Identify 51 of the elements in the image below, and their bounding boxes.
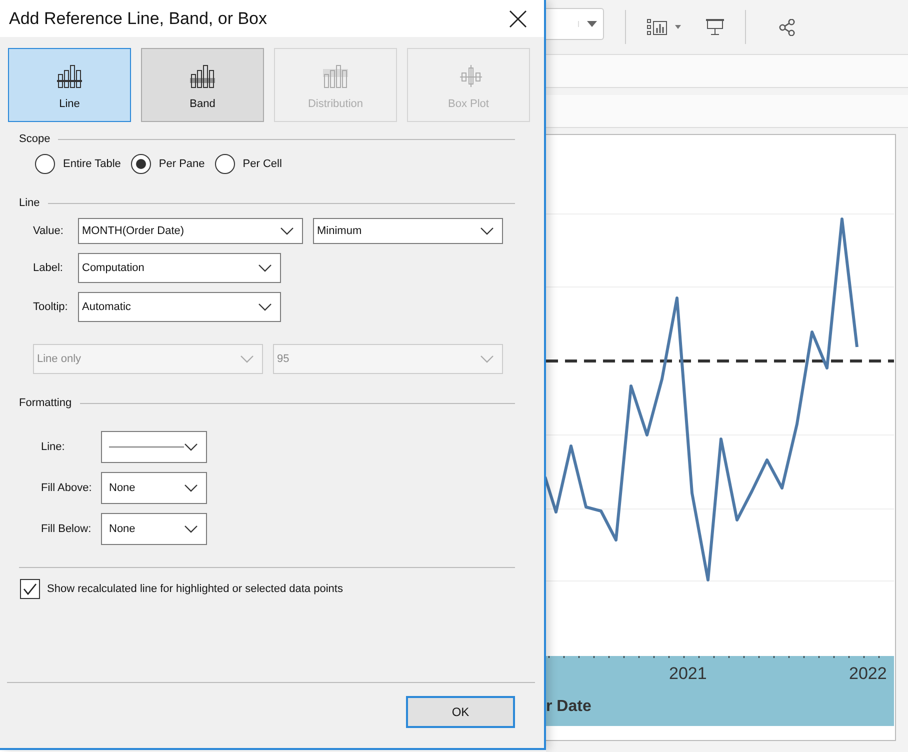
field-label: Line: [41, 441, 66, 453]
dropdown[interactable]: Automatic [78, 292, 281, 322]
field-label: Tooltip: [33, 301, 68, 313]
bar-chart-icon [190, 64, 216, 89]
radio-label: Per Cell [242, 158, 282, 170]
field-label: Fill Below: [41, 523, 92, 535]
chevron-icon [280, 227, 294, 235]
dropdown[interactable]: Computation [78, 253, 281, 283]
chevron-icon [184, 525, 198, 533]
chevron-icon [480, 227, 494, 235]
chevron-icon [240, 355, 254, 363]
section-heading: Formatting [19, 397, 72, 409]
axis-label: 2022 [849, 664, 887, 684]
close-icon [509, 10, 527, 28]
field-label: Value: [33, 225, 64, 237]
checkbox-label: Show recalculated line for highlighted or selected data points [47, 583, 343, 595]
axis-label: 2021 [669, 664, 707, 684]
dropdown-field[interactable] [546, 8, 604, 40]
window-title: Add Reference Line, Band, or Box [9, 8, 267, 28]
bar-chart-icon [56, 64, 82, 89]
dropdown[interactable]: MONTH(Order Date) [78, 218, 303, 244]
ok-button[interactable]: OK [406, 696, 515, 728]
caret-icon [578, 21, 597, 27]
checkbox[interactable] [20, 579, 40, 599]
radio-button[interactable] [35, 154, 55, 174]
radio-button[interactable] [130, 154, 151, 174]
axis-title: r Date [546, 698, 592, 716]
chevron-icon [258, 303, 272, 311]
type-button[interactable]: Band [141, 48, 264, 122]
section-heading: Line [19, 197, 40, 209]
radio-button[interactable] [214, 154, 235, 174]
dropdown[interactable]: None [101, 472, 207, 504]
caret-icon [675, 25, 681, 29]
dropdown[interactable] [101, 431, 207, 463]
line-style-icon [109, 445, 184, 449]
field-label: Label: [33, 262, 64, 274]
presentation-icon [706, 19, 724, 35]
radio-label: Entire Table [63, 158, 121, 170]
type-button[interactable]: Line [8, 48, 131, 122]
chevron-icon [184, 484, 198, 492]
chevron-icon [480, 355, 494, 363]
share-icon [779, 18, 795, 36]
chart-type-icon [647, 19, 667, 35]
dropdown[interactable]: Minimum [313, 218, 503, 244]
section-heading: Scope [19, 133, 50, 145]
chevron-icon [184, 443, 198, 451]
field-label: Fill Above: [41, 482, 93, 494]
bar-chart-icon [322, 64, 348, 89]
radio-label: Per Pane [158, 158, 205, 170]
dropdown[interactable]: None [101, 513, 207, 545]
chevron-icon [258, 264, 272, 272]
